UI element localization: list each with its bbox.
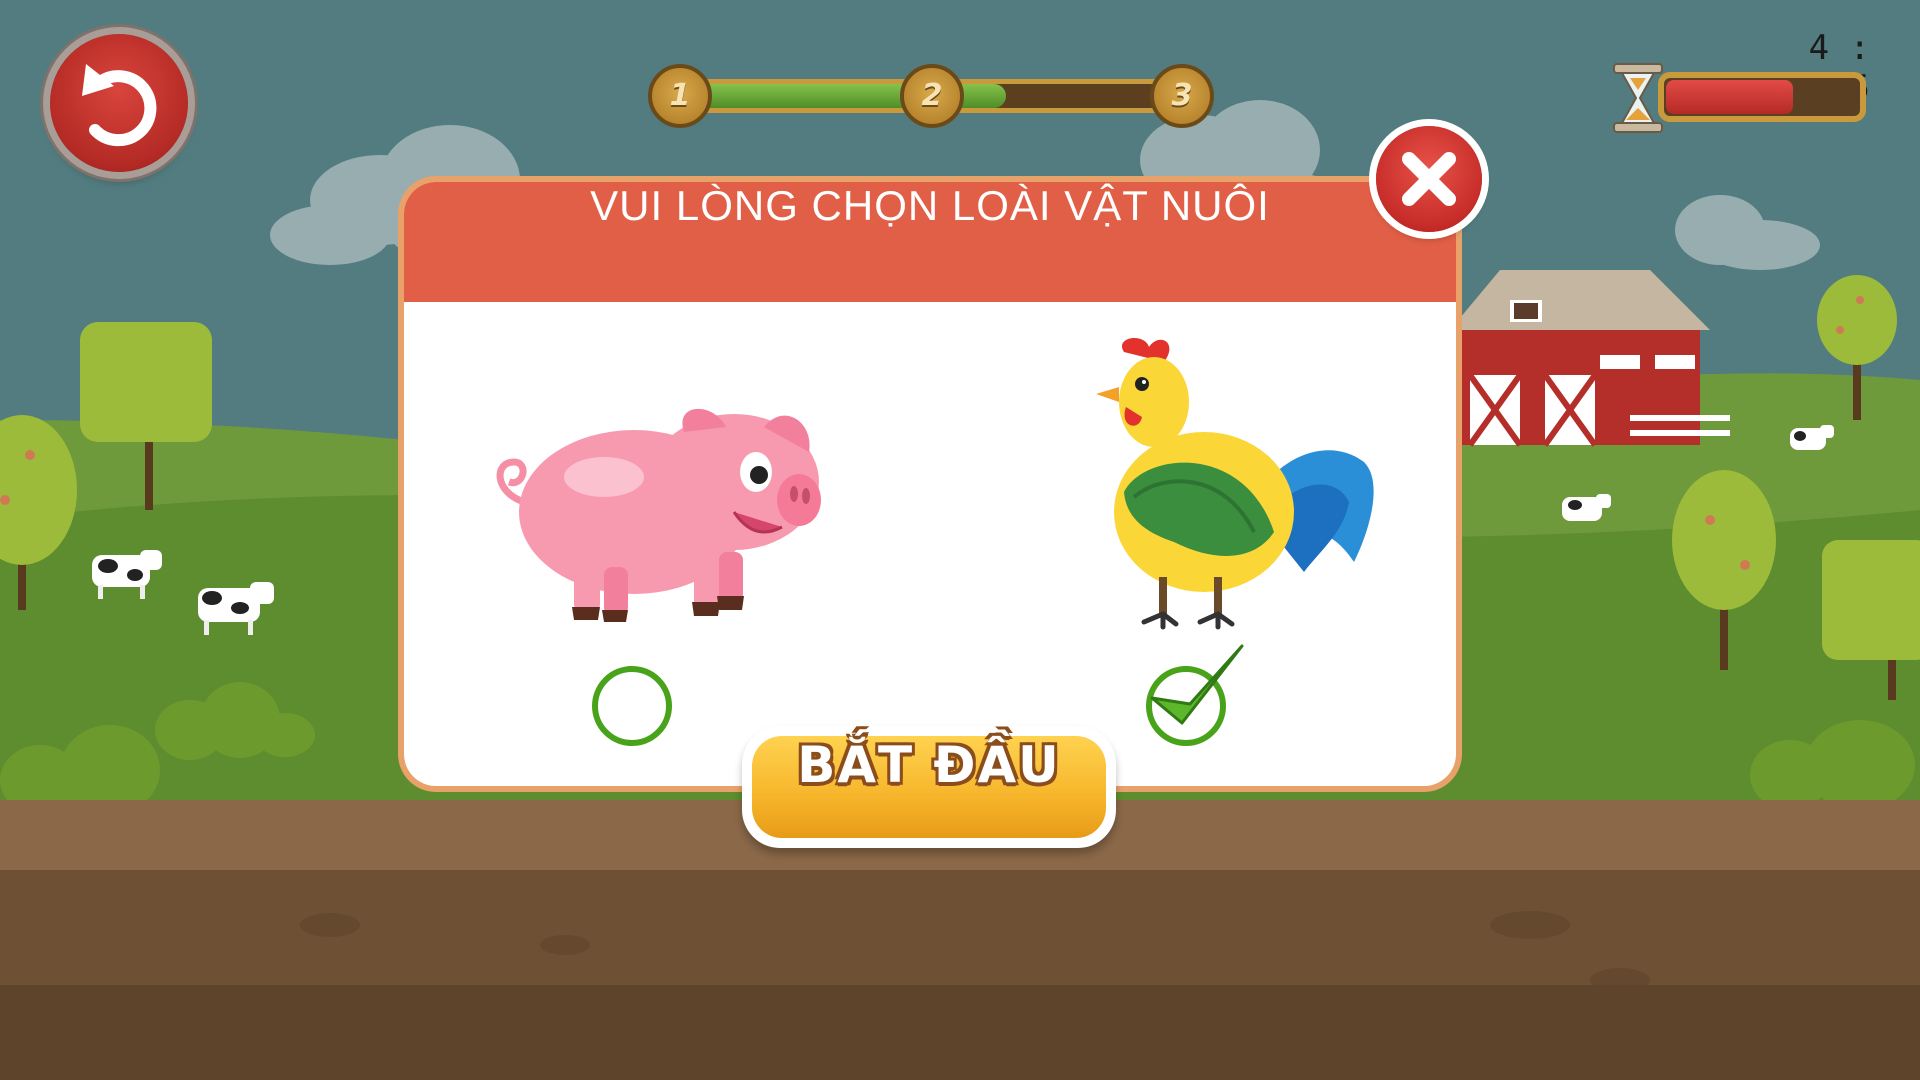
farm-scene: 1 2 3 4 : 15 VUI LÒNG CHỌN LOÀI VẬT NUÔI xyxy=(0,0,1920,1080)
start-button-face: BẮT ĐẦU xyxy=(752,736,1106,838)
checkmark-icon xyxy=(1150,644,1244,725)
pig-radio[interactable] xyxy=(592,666,672,746)
pig-option[interactable] xyxy=(464,382,844,622)
start-button-label: BẮT ĐẦU xyxy=(797,736,1061,794)
timer-fill xyxy=(1666,80,1794,114)
dialog-title: VUI LÒNG CHỌN LOÀI VẬT NUÔI xyxy=(590,182,1270,229)
dialog-body: VUI LÒNG CHỌN LOÀI VẬT NUÔI xyxy=(404,182,1456,786)
step-marker: 3 xyxy=(1150,64,1214,128)
start-button[interactable]: BẮT ĐẦU xyxy=(742,726,1116,848)
dialog-header: VUI LÒNG CHỌN LOÀI VẬT NUÔI xyxy=(404,182,1456,302)
step-marker: 2 xyxy=(900,64,964,128)
choose-animal-dialog: VUI LÒNG CHỌN LOÀI VẬT NUÔI xyxy=(398,176,1462,792)
rooster-option[interactable] xyxy=(1064,332,1394,642)
hourglass-icon xyxy=(1613,63,1663,133)
step-marker: 1 xyxy=(648,64,712,128)
close-button[interactable] xyxy=(1376,126,1482,232)
back-button[interactable] xyxy=(50,34,188,172)
close-x-icon xyxy=(1402,152,1456,206)
undo-arrow-icon xyxy=(82,64,157,147)
timer-bar xyxy=(1658,72,1866,122)
level-progress: 1 2 3 xyxy=(648,64,1214,128)
